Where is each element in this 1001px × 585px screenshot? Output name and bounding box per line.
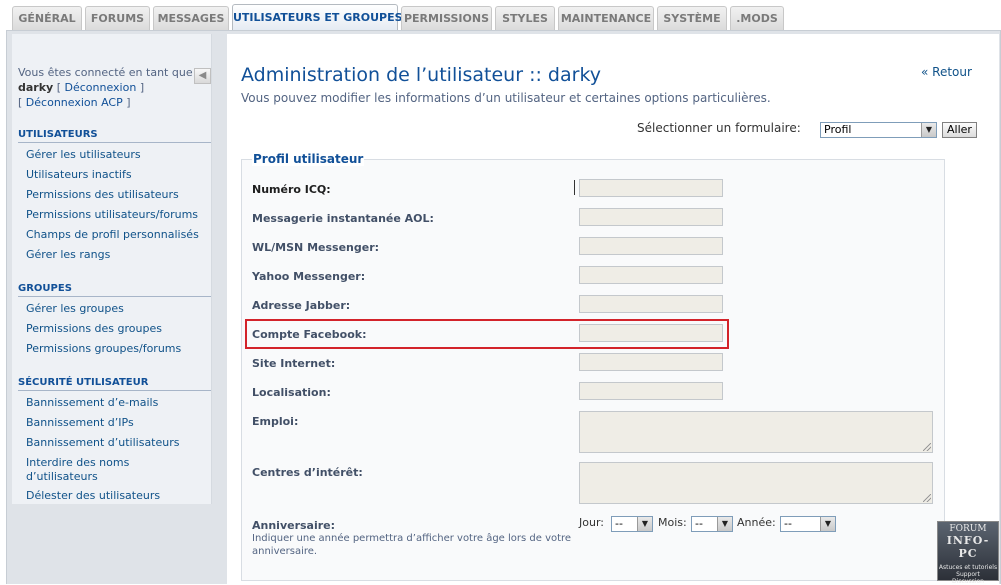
- label-location: Localisation:: [252, 386, 331, 399]
- sidebar-item-ban-emails[interactable]: Bannissement d’e-mails: [26, 396, 158, 410]
- tab-messages[interactable]: MESSAGES: [153, 6, 229, 31]
- month-value: --: [695, 517, 703, 530]
- main-tab-bar: GÉNÉRAL FORUMS MESSAGES UTILISATEURS ET …: [0, 0, 1001, 31]
- watermark-line: Support: [956, 571, 980, 578]
- sidebar-item-disallow-usernames[interactable]: Interdire des noms d’utilisateurs: [26, 456, 129, 484]
- logout-link[interactable]: Déconnexion: [65, 81, 137, 94]
- sidebar-item-group-forum-permissions[interactable]: Permissions groupes/forums: [26, 342, 181, 356]
- logged-in-text: Vous êtes connecté en tant que: [18, 66, 193, 79]
- aol-input[interactable]: [579, 208, 723, 226]
- msn-input[interactable]: [579, 237, 723, 255]
- watermark-line: Astuces et tutoriels: [938, 564, 998, 571]
- interests-textarea[interactable]: [579, 462, 933, 504]
- chevron-down-icon: ▼: [717, 517, 732, 531]
- occupation-textarea[interactable]: [579, 411, 933, 453]
- label-website: Site Internet:: [252, 357, 336, 370]
- sidebar-item-label: d’utilisateurs: [26, 470, 98, 483]
- tab-system[interactable]: SYSTÈME: [657, 6, 727, 31]
- location-input[interactable]: [579, 382, 723, 400]
- day-value: --: [615, 517, 623, 530]
- birthday-description: Indiquer une année permettra d’afficher …: [252, 533, 572, 557]
- facebook-highlight-box: [245, 319, 729, 349]
- day-select[interactable]: -- ▼: [611, 516, 653, 532]
- go-button[interactable]: Aller: [942, 122, 977, 138]
- year-value: --: [784, 517, 792, 530]
- label-occupation: Emploi:: [252, 415, 299, 428]
- tab-forums[interactable]: FORUMS: [85, 6, 150, 31]
- jabber-input[interactable]: [579, 295, 723, 313]
- bracket-open: [: [56, 81, 62, 94]
- sidebar-item-ban-ips[interactable]: Bannissement d’IPs: [26, 416, 134, 430]
- menu-heading-user-security: SÉCURITÉ UTILISATEUR: [18, 377, 211, 391]
- label-aol: Messagerie instantanée AOL:: [252, 212, 434, 225]
- bracket-open: [: [18, 96, 23, 109]
- watermark-line: FORUM: [949, 524, 987, 534]
- bracket-close: ]: [126, 96, 131, 109]
- acp-logout-line: [ Déconnexion ACP ]: [18, 96, 131, 109]
- day-label: Jour:: [579, 516, 604, 529]
- sidebar-item-manage-ranks[interactable]: Gérer les rangs: [26, 248, 110, 262]
- form-select-value: Profil: [824, 123, 852, 136]
- sidebar-item-user-permissions[interactable]: Permissions des utilisateurs: [26, 188, 179, 202]
- acp-logout-link[interactable]: Déconnexion ACP: [26, 96, 123, 109]
- sidebar-item-label: Interdire des noms: [26, 456, 130, 469]
- tab-maintenance[interactable]: MAINTENANCE: [558, 6, 654, 31]
- chevron-down-icon: ▼: [921, 123, 936, 137]
- tab-general[interactable]: GÉNÉRAL: [12, 6, 82, 31]
- resize-grip-icon[interactable]: [923, 494, 931, 502]
- label-yahoo: Yahoo Messenger:: [252, 270, 366, 283]
- tab-mods[interactable]: .MODS: [730, 6, 784, 31]
- page-description: Vous pouvez modifier les informations d’…: [241, 91, 771, 105]
- tab-users-groups[interactable]: UTILISATEURS ET GROUPES: [232, 4, 403, 31]
- label-icq: Numéro ICQ:: [252, 183, 331, 196]
- sidebar-item-custom-profile-fields[interactable]: Champs de profil personnalisés: [26, 228, 199, 242]
- menu-heading-users: UTILISATEURS: [18, 129, 211, 143]
- label-birthday: Anniversaire:: [252, 519, 336, 532]
- month-label: Mois:: [658, 516, 687, 529]
- sidebar-item-user-forum-permissions[interactable]: Permissions utilisateurs/forums: [26, 208, 198, 222]
- year-select[interactable]: -- ▼: [780, 516, 836, 532]
- sidebar-item-inactive-users[interactable]: Utilisateurs inactifs: [26, 168, 132, 182]
- label-msn: WL/MSN Messenger:: [252, 241, 380, 254]
- sidebar-item-group-permissions[interactable]: Permissions des groupes: [26, 322, 162, 336]
- username: darky: [18, 81, 54, 94]
- label-interests: Centres d’intérêt:: [252, 466, 363, 479]
- menu-heading-groups: GROUPES: [18, 283, 211, 297]
- chevron-down-icon: ▼: [820, 517, 835, 531]
- sidebar-item-prune-users[interactable]: Délester des utilisateurs: [26, 489, 160, 503]
- login-user-line: darky [ Déconnexion ]: [18, 81, 144, 94]
- chevron-down-icon: ▼: [637, 517, 652, 531]
- website-input[interactable]: [579, 353, 723, 371]
- back-link[interactable]: « Retour: [921, 65, 972, 79]
- tab-permissions[interactable]: PERMISSIONS: [401, 6, 492, 31]
- icq-input[interactable]: [579, 179, 723, 197]
- text-cursor: [574, 180, 575, 195]
- bracket-close: ]: [139, 81, 145, 94]
- fieldset-legend: Profil utilisateur: [252, 152, 365, 166]
- month-select[interactable]: -- ▼: [691, 516, 733, 532]
- yahoo-input[interactable]: [579, 266, 723, 284]
- collapse-sidebar-icon[interactable]: ◀: [194, 68, 211, 84]
- sidebar-item-manage-groups[interactable]: Gérer les groupes: [26, 302, 124, 316]
- sidebar-item-manage-users[interactable]: Gérer les utilisateurs: [26, 148, 141, 162]
- form-select[interactable]: Profil ▼: [820, 122, 937, 138]
- resize-grip-icon[interactable]: [923, 443, 931, 451]
- form-select-label: Sélectionner un formulaire:: [637, 121, 801, 135]
- sidebar-item-ban-users[interactable]: Bannissement d’utilisateurs: [26, 436, 180, 450]
- forum-info-pc-watermark: FORUM INFO-PC Astuces et tutoriels Suppo…: [937, 521, 999, 585]
- watermark-line: INFO-PC: [946, 534, 990, 560]
- tab-styles[interactable]: STYLES: [495, 6, 555, 31]
- label-jabber: Adresse Jabber:: [252, 299, 351, 312]
- page-title: Administration de l’utilisateur :: darky: [241, 64, 602, 86]
- year-label: Année:: [737, 516, 776, 529]
